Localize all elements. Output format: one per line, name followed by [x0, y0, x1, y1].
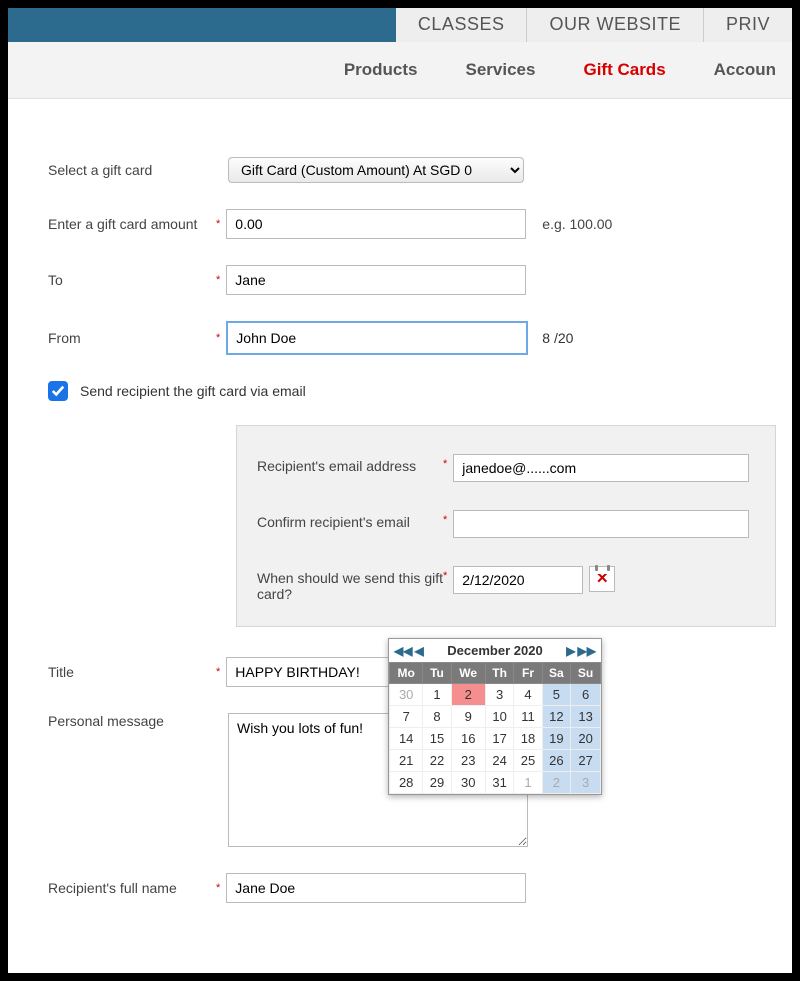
subnav-services[interactable]: Services — [466, 60, 536, 80]
calendar-day[interactable]: 9 — [451, 706, 485, 728]
confirm-email-label: Confirm recipient's email — [257, 510, 443, 530]
calendar-day[interactable]: 25 — [514, 750, 542, 772]
top-tab-priv[interactable]: PRIV — [703, 8, 792, 42]
amount-hint: e.g. 100.00 — [542, 216, 612, 232]
gift-card-select[interactable]: Gift Card (Custom Amount) At SGD 0 — [228, 157, 524, 183]
from-char-count: 8 /20 — [542, 330, 573, 346]
calendar-dow: Th — [485, 663, 514, 684]
top-tabs: CLASSES OUR WEBSITE PRIV — [8, 8, 792, 42]
calendar-day[interactable]: 3 — [571, 772, 601, 794]
calendar-button[interactable]: ✕ — [589, 566, 615, 592]
calendar-next-month-icon[interactable]: ▶ — [565, 644, 576, 658]
recipient-email-label: Recipient's email address — [257, 454, 443, 474]
calendar-dow: We — [451, 663, 485, 684]
calendar-next-year-icon[interactable]: ▶▶ — [577, 644, 597, 658]
top-tab-our-website[interactable]: OUR WEBSITE — [526, 8, 703, 42]
email-panel: Recipient's email address * Confirm reci… — [236, 425, 776, 627]
required-marker: * — [216, 882, 220, 894]
from-input[interactable] — [226, 321, 528, 355]
calendar-dow: Mo — [390, 663, 423, 684]
calendar-day[interactable]: 29 — [423, 772, 451, 794]
calendar-day[interactable]: 4 — [514, 684, 542, 706]
calendar-day[interactable]: 27 — [571, 750, 601, 772]
calendar-day[interactable]: 6 — [571, 684, 601, 706]
send-date-input[interactable] — [453, 566, 583, 594]
calendar-title: December 2020 — [425, 643, 566, 658]
calendar-dow: Su — [571, 663, 601, 684]
subnav-gift-cards[interactable]: Gift Cards — [583, 60, 665, 80]
calendar-day[interactable]: 14 — [390, 728, 423, 750]
calendar-day[interactable]: 20 — [571, 728, 601, 750]
calendar-day[interactable]: 12 — [542, 706, 571, 728]
send-email-label: Send recipient the gift card via email — [80, 383, 306, 399]
to-input[interactable] — [226, 265, 526, 295]
fullname-input[interactable] — [226, 873, 526, 903]
required-marker: * — [216, 218, 220, 230]
calendar-dow: Fr — [514, 663, 542, 684]
calendar-prev-year-icon[interactable]: ◀◀ — [393, 644, 413, 658]
required-marker: * — [216, 332, 220, 344]
confirm-email-input[interactable] — [453, 510, 749, 538]
calendar-day[interactable]: 13 — [571, 706, 601, 728]
calendar-day[interactable]: 19 — [542, 728, 571, 750]
calendar-day[interactable]: 1 — [423, 684, 451, 706]
subnav-products[interactable]: Products — [344, 60, 418, 80]
send-date-label: When should we send this gift card? — [257, 566, 443, 602]
amount-input[interactable] — [226, 209, 526, 239]
subnav: Products Services Gift Cards Accoun — [8, 42, 792, 99]
required-marker: * — [216, 274, 220, 286]
calendar-dow: Sa — [542, 663, 571, 684]
calendar-grid: MoTuWeThFrSaSu 3012345678910111213141516… — [389, 662, 601, 794]
calendar-prev-month-icon[interactable]: ◀ — [413, 644, 424, 658]
calendar-day[interactable]: 24 — [485, 750, 514, 772]
required-marker: * — [443, 458, 447, 470]
message-label: Personal message — [48, 713, 228, 729]
calendar-day[interactable]: 3 — [485, 684, 514, 706]
calendar-day[interactable]: 7 — [390, 706, 423, 728]
calendar-day[interactable]: 21 — [390, 750, 423, 772]
check-icon — [51, 384, 65, 398]
calendar-day[interactable]: 18 — [514, 728, 542, 750]
calendar-day[interactable]: 5 — [542, 684, 571, 706]
calendar-day[interactable]: 28 — [390, 772, 423, 794]
calendar-day[interactable]: 31 — [485, 772, 514, 794]
calendar-popup: ◀◀ ◀ December 2020 ▶ ▶▶ MoTuWeThFrSaSu 3… — [388, 638, 602, 795]
required-marker: * — [443, 570, 447, 582]
to-label: To — [48, 272, 228, 288]
recipient-email-input[interactable] — [453, 454, 749, 482]
calendar-day[interactable]: 30 — [390, 684, 423, 706]
send-email-checkbox[interactable] — [48, 381, 68, 401]
calendar-day[interactable]: 10 — [485, 706, 514, 728]
required-marker: * — [216, 666, 220, 678]
calendar-day[interactable]: 1 — [514, 772, 542, 794]
calendar-day[interactable]: 2 — [451, 684, 485, 706]
required-marker: * — [443, 514, 447, 526]
from-label: From — [48, 330, 228, 346]
amount-label: Enter a gift card amount — [48, 216, 228, 232]
top-tab-classes[interactable]: CLASSES — [396, 8, 527, 42]
calendar-day[interactable]: 16 — [451, 728, 485, 750]
calendar-day[interactable]: 23 — [451, 750, 485, 772]
calendar-day[interactable]: 11 — [514, 706, 542, 728]
fullname-label: Recipient's full name — [48, 880, 228, 896]
calendar-day[interactable]: 2 — [542, 772, 571, 794]
calendar-day[interactable]: 8 — [423, 706, 451, 728]
title-label: Title — [48, 664, 228, 680]
calendar-day[interactable]: 17 — [485, 728, 514, 750]
calendar-day[interactable]: 26 — [542, 750, 571, 772]
calendar-day[interactable]: 22 — [423, 750, 451, 772]
select-gift-card-label: Select a gift card — [48, 162, 228, 178]
subnav-account[interactable]: Accoun — [714, 60, 776, 80]
calendar-dow: Tu — [423, 663, 451, 684]
calendar-day[interactable]: 30 — [451, 772, 485, 794]
calendar-icon — [590, 567, 614, 574]
calendar-day[interactable]: 15 — [423, 728, 451, 750]
